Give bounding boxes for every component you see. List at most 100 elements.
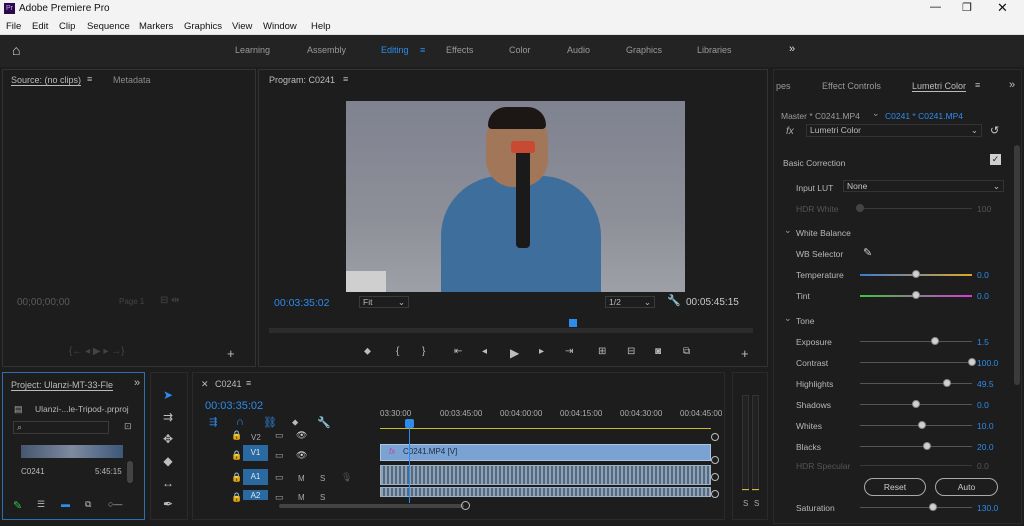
timeline-vscroll-knob[interactable]	[711, 433, 719, 441]
v2-lock-icon[interactable]: 🔒	[231, 430, 242, 441]
tone-chevron-icon[interactable]: ⌄	[784, 313, 792, 324]
menu-window[interactable]: Window	[263, 21, 297, 32]
workspace-assembly[interactable]: Assembly	[307, 45, 346, 55]
workspace-editing[interactable]: Editing	[381, 45, 409, 55]
overwrite-icon[interactable]: ⊟	[627, 346, 635, 357]
tab-metadata[interactable]: Metadata	[113, 75, 151, 85]
step-forward-icon[interactable]: ▸	[539, 346, 544, 357]
ripple-edit-tool-icon[interactable]: ✥	[160, 432, 176, 448]
program-scrubber[interactable]	[269, 328, 753, 333]
contrast-slider[interactable]	[860, 362, 972, 363]
timeline-vscroll-knob-3[interactable]	[711, 473, 719, 481]
menu-clip[interactable]: Clip	[59, 21, 75, 32]
v2-eye-icon[interactable]: 👁	[296, 430, 307, 441]
go-to-in-icon[interactable]: ⇤	[454, 346, 462, 357]
input-lut-dropdown[interactable]: None ⌄	[843, 180, 1004, 192]
blacks-slider[interactable]	[860, 446, 972, 447]
a2-mute[interactable]: M	[298, 493, 305, 502]
v1-eye-icon[interactable]: 👁	[296, 450, 307, 461]
saturation-knob[interactable]	[928, 503, 937, 511]
add-button-icon[interactable]: +	[741, 346, 749, 361]
program-timecode[interactable]: 00:03:35:02	[274, 297, 329, 309]
blacks-knob[interactable]	[923, 442, 932, 450]
effect-dropdown[interactable]: Lumetri Color ⌄	[806, 124, 982, 137]
lumetri-scrollbar[interactable]	[1014, 145, 1020, 385]
tab-source[interactable]: Source: (no clips)	[11, 75, 82, 86]
meter-solo-left[interactable]: S	[743, 499, 748, 508]
a1-sync-icon[interactable]: ▭	[275, 472, 284, 483]
menu-edit[interactable]: Edit	[32, 21, 48, 32]
sequence-clip[interactable]: C0241 * C0241.MP4	[885, 111, 963, 121]
saturation-slider[interactable]	[860, 507, 972, 508]
menu-file[interactable]: File	[6, 21, 21, 32]
highlights-knob[interactable]	[943, 379, 952, 387]
project-scrollbar[interactable]	[127, 461, 133, 483]
tone-header[interactable]: Tone	[796, 316, 814, 326]
a2-source-patch[interactable]: A2	[243, 490, 268, 500]
timeline-zoom-knob[interactable]	[461, 501, 470, 510]
workspace-color[interactable]: Color	[509, 45, 531, 55]
pen-tool-icon[interactable]: ✒	[160, 497, 176, 513]
menu-graphics[interactable]: Graphics	[184, 21, 222, 32]
eyedropper-icon[interactable]: ✎	[863, 246, 872, 259]
whites-value[interactable]: 10.0	[977, 421, 994, 431]
a2-solo[interactable]: S	[320, 493, 325, 502]
exposure-knob[interactable]	[931, 337, 940, 345]
icon-view-icon[interactable]: ▬	[61, 499, 70, 509]
shadows-value[interactable]: 0.0	[977, 400, 989, 410]
marker-icon[interactable]: ⬥	[364, 346, 371, 357]
resolution-dropdown[interactable]: 1/2 ⌄	[605, 296, 655, 308]
minimize-icon[interactable]: —	[930, 1, 941, 13]
timeline-menu-icon[interactable]: ≡	[246, 378, 251, 388]
contrast-value[interactable]: 100.0	[977, 358, 998, 368]
razor-tool-icon[interactable]: ◆	[160, 454, 176, 470]
track-select-tool-icon[interactable]: ⇉	[160, 410, 176, 426]
reset-button[interactable]: Reset	[864, 478, 926, 496]
a1-source-patch[interactable]: A1	[243, 469, 268, 485]
linked-selection-icon[interactable]: ⛓	[263, 416, 277, 429]
tab-effect-controls[interactable]: Effect Controls	[822, 81, 881, 91]
v1-source-patch[interactable]: V1	[243, 445, 268, 461]
lumetri-menu-icon[interactable]: ≡	[975, 80, 980, 90]
selection-tool-icon[interactable]: ➤	[160, 388, 176, 404]
a2-lock-icon[interactable]: 🔒	[231, 492, 242, 503]
workspace-audio[interactable]: Audio	[567, 45, 590, 55]
blacks-value[interactable]: 20.0	[977, 442, 994, 452]
reset-effect-icon[interactable]: ↺	[990, 124, 999, 137]
workspace-graphics[interactable]: Graphics	[626, 45, 662, 55]
clip-name[interactable]: C0241	[21, 467, 45, 476]
white-balance-chevron-icon[interactable]: ⌄	[784, 225, 792, 236]
basic-correction-checkbox[interactable]: ✓	[990, 154, 1001, 165]
auto-button[interactable]: Auto	[935, 478, 998, 496]
wb-temperature-value[interactable]: 0.0	[977, 270, 989, 280]
highlights-slider[interactable]	[860, 383, 972, 384]
snap-icon[interactable]: ⇶	[209, 417, 217, 428]
workspace-learning[interactable]: Learning	[235, 45, 270, 55]
a2-sync-icon[interactable]: ▭	[275, 492, 284, 503]
workspace-libraries[interactable]: Libraries	[697, 45, 732, 55]
basic-correction-header[interactable]: Basic Correction	[783, 158, 845, 168]
timeline-close-icon[interactable]: ✕	[201, 379, 209, 390]
white-balance-header[interactable]: White Balance	[796, 228, 851, 238]
insert-icon[interactable]: ⊞	[598, 346, 606, 357]
wb-tint-value[interactable]: 0.0	[977, 291, 989, 301]
v1-lock-icon[interactable]: 🔒	[231, 450, 242, 461]
menu-sequence[interactable]: Sequence	[87, 21, 130, 32]
timeline-vscroll-knob-4[interactable]	[711, 490, 719, 498]
timeline-settings-icon[interactable]: 🔧	[317, 416, 331, 429]
freeform-view-icon[interactable]: ⧉	[85, 499, 91, 510]
shadows-knob[interactable]	[912, 400, 920, 408]
wrench-icon[interactable]: 🔧	[667, 294, 681, 307]
exposure-value[interactable]: 1.5	[977, 337, 989, 347]
panel-overflow-icon[interactable]: »	[1009, 79, 1015, 91]
video-clip[interactable]: fx C0241.MP4 [V]	[380, 444, 711, 461]
timeline-playhead[interactable]	[409, 419, 410, 503]
a1-mic-icon[interactable]: 🎙	[341, 472, 352, 483]
slip-tool-icon[interactable]: ↔	[160, 476, 176, 492]
wb-temperature-knob[interactable]	[912, 270, 920, 278]
tab-timeline[interactable]: C0241	[215, 379, 242, 389]
program-video-frame[interactable]	[346, 101, 685, 292]
wb-tint-knob[interactable]	[912, 291, 920, 299]
source-add-icon[interactable]: +	[227, 346, 235, 361]
home-icon[interactable]: ⌂	[12, 42, 20, 58]
